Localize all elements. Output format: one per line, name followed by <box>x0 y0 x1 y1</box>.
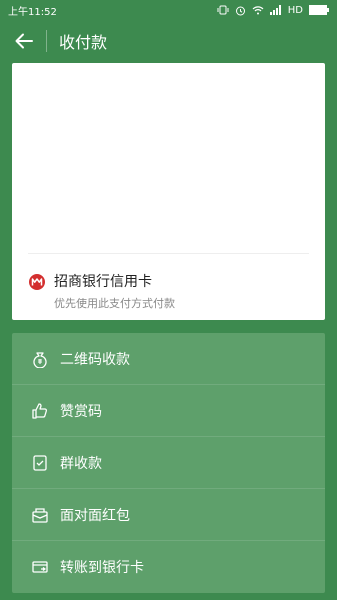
payment-code-card: 招商银行信用卡 优先使用此支付方式付款 <box>12 63 325 320</box>
menu-item-label: 赞赏码 <box>60 403 102 420</box>
wifi-icon <box>252 6 264 15</box>
alarm-icon <box>235 6 245 15</box>
menu-item-appreciation[interactable]: 赞赏码 <box>12 385 325 437</box>
page-title: 收付款 <box>59 33 108 52</box>
payment-hint: 优先使用此支付方式付款 <box>54 297 175 310</box>
bank-card-transfer-icon <box>30 557 50 577</box>
vibrate-icon <box>217 5 229 15</box>
toolbar-divider <box>46 30 47 52</box>
bank-name: 招商银行信用卡 <box>54 274 152 290</box>
bank-logo-icon <box>29 274 45 290</box>
menu-item-qr-collect[interactable]: 二维码收款 <box>12 333 325 385</box>
signal-icon <box>269 5 281 15</box>
status-bar: 上午11:52 HD <box>0 0 337 20</box>
group-collect-icon <box>30 453 50 473</box>
red-envelope-icon <box>30 505 50 525</box>
status-icons: HD <box>217 5 329 16</box>
arrow-left-icon <box>15 33 33 49</box>
menu-item-label: 面对面红包 <box>60 507 130 524</box>
money-bag-icon <box>30 349 50 369</box>
menu-item-bank-transfer[interactable]: 转账到银行卡 <box>12 541 325 593</box>
battery-icon <box>309 5 329 15</box>
menu-item-group-collect[interactable]: 群收款 <box>12 437 325 489</box>
payment-menu: 二维码收款 赞赏码 群收款 面对面红包 转账到银行卡 <box>12 333 325 593</box>
menu-item-label: 转账到银行卡 <box>60 560 144 576</box>
network-type: HD <box>287 4 303 16</box>
back-button[interactable] <box>12 29 36 53</box>
card-divider <box>28 253 309 254</box>
menu-item-face-to-face-redpacket[interactable]: 面对面红包 <box>12 489 325 541</box>
app-toolbar: 收付款 <box>0 20 337 62</box>
status-time: 上午11:52 <box>8 6 57 18</box>
menu-item-label: 二维码收款 <box>60 351 130 368</box>
menu-item-label: 群收款 <box>60 455 102 472</box>
thumbs-up-icon <box>30 401 50 421</box>
payment-method-selector[interactable]: 招商银行信用卡 优先使用此支付方式付款 <box>28 271 175 311</box>
